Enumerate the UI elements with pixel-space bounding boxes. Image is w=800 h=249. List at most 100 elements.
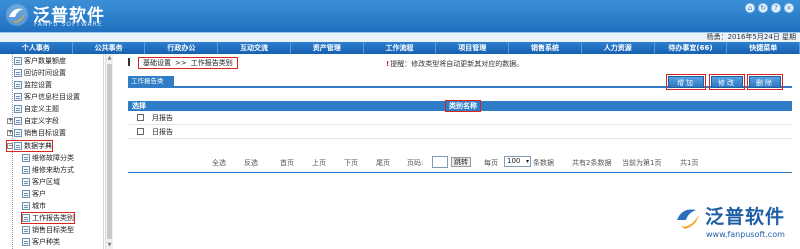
last-page-link[interactable]: 尾页 (376, 158, 390, 168)
fanpu-logo-icon (6, 4, 28, 26)
alert-icon: ! (386, 60, 390, 68)
nav-item[interactable]: 快捷菜单 (727, 42, 800, 54)
select-all-link[interactable]: 全选 (212, 158, 226, 168)
tip-text: !提醒：修改类型将自动更新其对应的数据。 (386, 59, 523, 69)
document-icon (14, 81, 22, 89)
document-icon (22, 202, 30, 210)
app-header: 泛普软件 FANPU SOFTWARE ⌂ ↻ ? × (0, 0, 800, 33)
nav-item[interactable]: 待办事宜(66) (655, 42, 728, 54)
breadcrumb: 基础设置 >> 工作报告类别 (138, 57, 238, 69)
home-icon[interactable]: ⌂ (745, 3, 755, 13)
edit-button[interactable]: 修改 (709, 74, 745, 90)
sidebar-item-label: 数据字典 (24, 142, 52, 150)
sidebar-item[interactable]: 客户 (22, 189, 46, 199)
folder-icon (14, 117, 22, 125)
category-name: 日报告 (152, 128, 173, 136)
per-page-suffix: 条数据 (533, 159, 554, 167)
sidebar-item-label: 维修来助方式 (32, 166, 74, 174)
sidebar-folder[interactable]: + 自定义字段 (7, 116, 59, 126)
table-row[interactable]: 月报告 (128, 111, 792, 125)
sidebar-scrollbar[interactable]: ▲ ▼ (105, 54, 113, 249)
category-name: 月报告 (152, 114, 173, 122)
document-icon (22, 226, 30, 234)
document-icon (22, 178, 30, 186)
watermark: 泛普软件 www.fanpusoft.com (664, 196, 798, 246)
header-select: 选择 (132, 102, 146, 110)
per-page-select[interactable]: 100 (504, 156, 531, 167)
sidebar-item-label: 城市 (32, 202, 46, 210)
main-nav: 个人事务 公共事务 行政办公 互动交流 资产管理 工作流程 项目管理 销售系统 … (0, 42, 800, 54)
row-checkbox[interactable] (137, 114, 144, 121)
sidebar-item[interactable]: 客户种类 (22, 237, 60, 247)
sidebar-folder[interactable]: + 销售目标设置 (7, 128, 66, 138)
user-info: 杨勇：2016年5月24日 星期 (706, 33, 796, 41)
total-records: 共有2条数据 (572, 159, 612, 167)
breadcrumb-root[interactable]: 基础设置 (143, 58, 171, 68)
close-icon[interactable]: × (784, 3, 794, 13)
pagination: 全选 反选 首页 上页 下页 尾页 页码: 跳转 每页 100 条数据 共有2条… (128, 156, 792, 170)
first-page-link[interactable]: 首页 (280, 158, 294, 168)
nav-item[interactable]: 人力资源 (582, 42, 655, 54)
header-icons: ⌂ ↻ ? × (745, 3, 794, 13)
collapse-toggle[interactable]: − (7, 143, 13, 149)
tree-guide (12, 54, 13, 249)
user-bar: 杨勇：2016年5月24日 星期 (0, 33, 800, 42)
prev-page-link[interactable]: 上页 (312, 158, 326, 168)
document-icon (22, 166, 30, 174)
sidebar-item[interactable]: 销售目标类型 (22, 225, 74, 235)
document-icon (22, 190, 30, 198)
nav-item[interactable]: 工作流程 (364, 42, 437, 54)
pager-divider (128, 172, 792, 173)
breadcrumb-marker (128, 58, 134, 66)
next-page-link[interactable]: 下页 (344, 158, 358, 168)
refresh-icon[interactable]: ↻ (758, 3, 768, 13)
help-icon[interactable]: ? (771, 3, 781, 13)
page-number-input[interactable] (432, 156, 448, 168)
go-button[interactable]: 跳转 (451, 157, 471, 167)
nav-item[interactable]: 公共事务 (73, 42, 146, 54)
nav-item[interactable]: 资产管理 (291, 42, 364, 54)
add-button[interactable]: 增加 (666, 74, 706, 90)
sidebar-folder-data-dictionary[interactable]: − 数据字典 (6, 140, 53, 152)
sidebar-item[interactable]: 客户数量额度 (14, 56, 66, 66)
expand-toggle[interactable]: + (7, 130, 13, 136)
sidebar-item-label: 客户数量额度 (24, 57, 66, 65)
expand-toggle[interactable]: + (7, 118, 13, 124)
scrollbar-thumb[interactable] (107, 64, 112, 239)
table-header: 选择 类别名称 (128, 100, 792, 112)
sidebar-item-label: 维修故障分类 (32, 154, 74, 162)
document-icon (14, 93, 22, 101)
sidebar-item[interactable]: 监控设置 (14, 80, 52, 90)
sidebar-item-label: 客户信息栏目设置 (24, 93, 80, 101)
total-pages: 共1页 (680, 159, 699, 167)
scroll-down-icon[interactable]: ▼ (107, 242, 112, 248)
header-category-name: 类别名称 (445, 100, 481, 112)
sidebar-item-label: 销售目标类型 (32, 226, 74, 234)
sidebar-item[interactable]: 维修来助方式 (22, 165, 74, 175)
folder-icon (14, 142, 22, 150)
scroll-up-icon[interactable]: ▲ (107, 55, 112, 61)
tip-message: 提醒：修改类型将自动更新其对应的数据。 (390, 60, 524, 68)
nav-item[interactable]: 销售系统 (509, 42, 582, 54)
brand-subtitle: FANPU SOFTWARE (34, 21, 103, 28)
invert-selection-link[interactable]: 反选 (244, 158, 258, 168)
breadcrumb-separator: >> (175, 59, 187, 67)
sidebar-item-label: 销售目标设置 (24, 129, 66, 137)
nav-item[interactable]: 行政办公 (145, 42, 219, 54)
sidebar-item[interactable]: 客户区域 (22, 177, 60, 187)
sidebar-item[interactable]: 自定义主题 (14, 104, 59, 114)
sidebar-item[interactable]: 维修故障分类 (22, 153, 74, 163)
watermark-brand: 泛普软件 (705, 206, 786, 228)
sidebar-item-label: 监控设置 (24, 81, 52, 89)
nav-item[interactable]: 互动交流 (218, 42, 291, 54)
delete-button[interactable]: 删除 (747, 74, 783, 90)
category-table: 选择 类别名称 月报告 日报告 (128, 100, 792, 139)
sidebar-item[interactable]: 客户信息栏目设置 (14, 92, 80, 102)
table-row[interactable]: 日报告 (128, 125, 792, 139)
sidebar-item[interactable]: 城市 (22, 201, 46, 211)
sidebar-item-work-report-category[interactable]: 工作报告类别 (21, 212, 75, 224)
nav-item[interactable]: 项目管理 (436, 42, 510, 54)
sidebar-item[interactable]: 回访时间设置 (14, 68, 66, 78)
nav-item[interactable]: 个人事务 (0, 42, 73, 54)
row-checkbox[interactable] (137, 128, 144, 135)
